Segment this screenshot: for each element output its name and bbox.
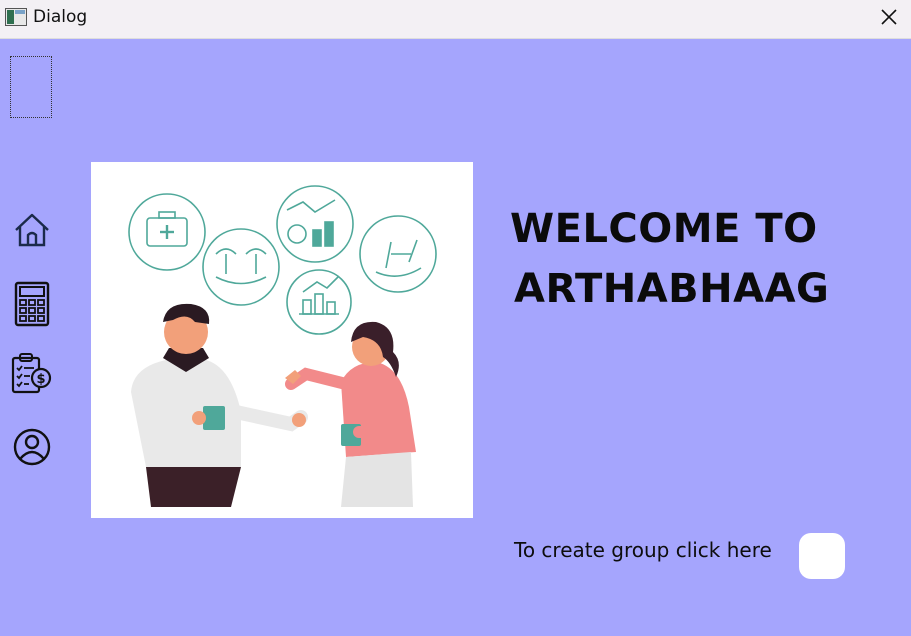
expense-clipboard-icon: $ <box>11 353 52 394</box>
empty-frame <box>10 56 52 118</box>
close-button[interactable] <box>872 2 906 32</box>
nav-expenses-button[interactable]: $ <box>10 352 54 396</box>
calculator-icon <box>14 281 50 327</box>
user-profile-icon <box>13 428 51 466</box>
welcome-heading-line1: WELCOME TO <box>510 206 818 252</box>
nav-profile-button[interactable] <box>10 425 54 469</box>
close-icon <box>881 9 897 25</box>
home-icon <box>15 213 49 247</box>
welcome-heading-line2: ARTHABHAAG <box>514 266 830 312</box>
create-group-label: To create group click here <box>514 538 772 562</box>
app-window-icon <box>5 8 27 26</box>
title-bar: Dialog <box>0 0 911 39</box>
window-title: Dialog <box>33 7 88 27</box>
nav-calculator-button[interactable] <box>10 281 54 327</box>
nav-home-button[interactable] <box>10 208 54 252</box>
svg-text:$: $ <box>36 372 45 387</box>
create-group-button[interactable] <box>799 533 845 579</box>
welcome-illustration <box>91 162 473 518</box>
